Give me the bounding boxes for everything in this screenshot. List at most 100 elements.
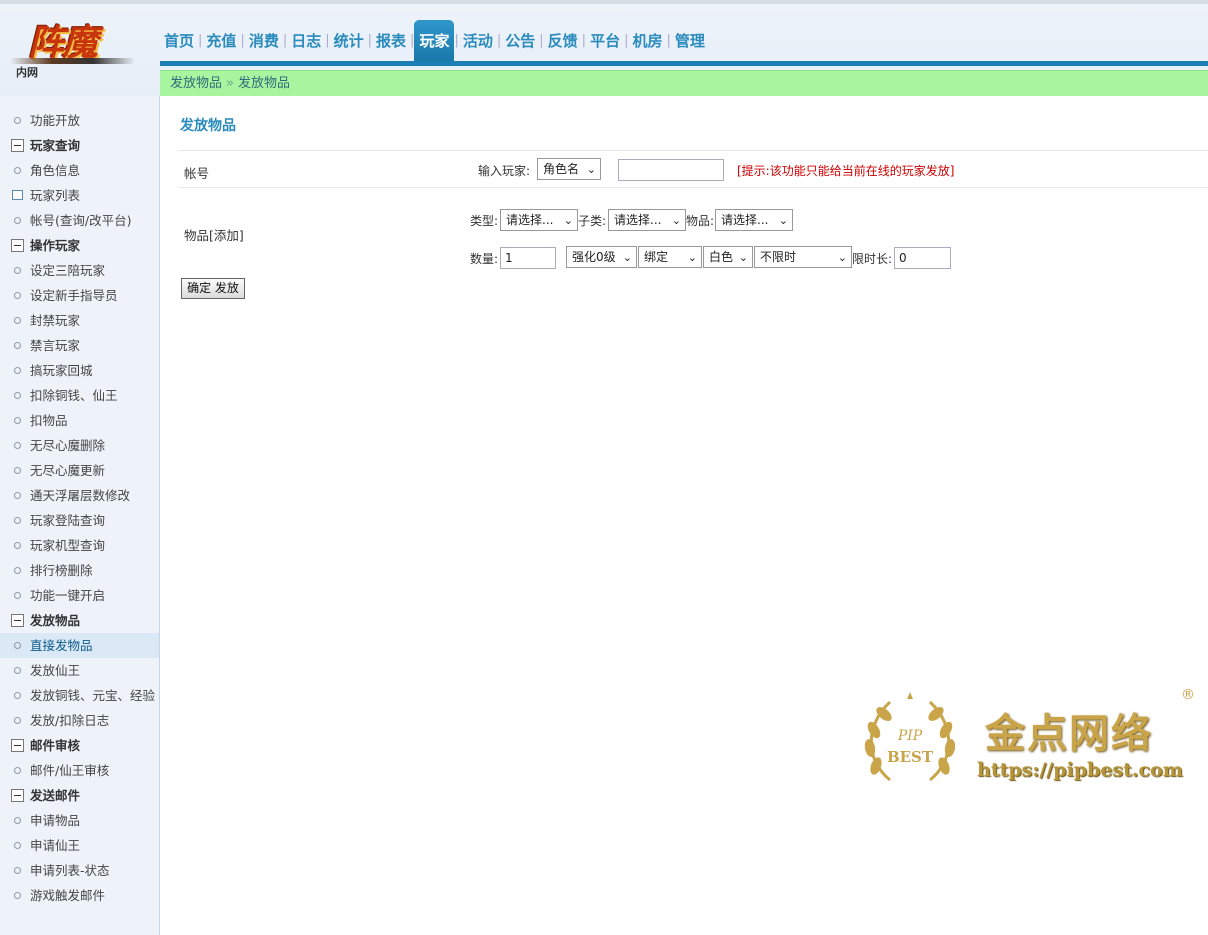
sidebar-item[interactable]: 发放仙王 <box>0 658 159 683</box>
sidebar-item[interactable]: 发放铜钱、元宝、经验 <box>0 683 159 708</box>
collapse-icon[interactable] <box>11 614 24 627</box>
bullet-icon <box>14 417 21 424</box>
sidebar-item[interactable]: 玩家列表 <box>0 183 159 208</box>
sidebar-item[interactable]: 扣除铜钱、仙王 <box>0 383 159 408</box>
player-name-input[interactable] <box>618 159 724 181</box>
sidebar-item[interactable]: 无尽心魔删除 <box>0 433 159 458</box>
sidebar-item[interactable]: 申请物品 <box>0 808 159 833</box>
sidebar-item[interactable]: 申请列表-状态 <box>0 858 159 883</box>
sidebar-group[interactable]: 玩家查询 <box>0 133 159 158</box>
nav-item-11[interactable]: 机房 <box>628 20 666 62</box>
chevron-down-icon: ⌄ <box>563 214 573 227</box>
bullet-icon <box>14 217 21 224</box>
subtype-select[interactable]: 请选择... ⌄ <box>608 209 686 231</box>
collapse-icon[interactable] <box>11 239 24 252</box>
online-hint: [提示:该功能只能给当前在线的玩家发放] <box>737 164 955 178</box>
nav-item-9[interactable]: 反馈 <box>544 20 582 62</box>
enhance-level-select[interactable]: 强化0级 ⌄ <box>566 246 637 268</box>
nav-item-4[interactable]: 统计 <box>330 20 368 62</box>
row-divider <box>178 187 1208 188</box>
quantity-input[interactable]: 1 <box>500 247 556 269</box>
breadcrumb-item-section[interactable]: 发放物品 <box>170 76 222 91</box>
bullet-icon <box>14 867 21 874</box>
sidebar-item[interactable]: 无尽心魔更新 <box>0 458 159 483</box>
sidebar-item-label: 操作玩家 <box>30 238 81 253</box>
sidebar-item-label: 功能开放 <box>30 113 81 128</box>
nav-item-0[interactable]: 首页 <box>160 20 198 62</box>
sidebar-item[interactable]: 发放/扣除日志 <box>0 708 159 733</box>
sidebar-item[interactable]: 角色信息 <box>0 158 159 183</box>
game-logo[interactable]: 阵魔 内网 <box>10 14 140 79</box>
sidebar-item-label: 通天浮屠层数修改 <box>30 488 131 503</box>
sidebar-item[interactable]: 设定三陪玩家 <box>0 258 159 283</box>
nav-item-8[interactable]: 公告 <box>501 20 539 62</box>
nav-item-7[interactable]: 活动 <box>459 20 497 62</box>
player-type-select[interactable]: 角色名 ⌄ <box>537 158 601 180</box>
sidebar-item[interactable]: 功能开放 <box>0 108 159 133</box>
sidebar-item[interactable]: 设定新手指导员 <box>0 283 159 308</box>
sidebar-item[interactable]: 玩家机型查询 <box>0 533 159 558</box>
breadcrumb-separator: » <box>226 76 234 91</box>
bind-select[interactable]: 绑定 ⌄ <box>638 246 702 268</box>
sidebar-group[interactable]: 邮件审核 <box>0 733 159 758</box>
sidebar-item-label: 游戏触发邮件 <box>30 888 106 903</box>
item-select-value: 请选择... <box>721 213 769 227</box>
sidebar-item-label: 玩家列表 <box>30 188 81 203</box>
item-select[interactable]: 请选择... ⌄ <box>715 209 793 231</box>
color-select[interactable]: 白色 ⌄ <box>703 246 753 268</box>
collapse-icon[interactable] <box>11 139 24 152</box>
sidebar-item[interactable]: 排行榜删除 <box>0 558 159 583</box>
sidebar-item[interactable]: 搞玩家回城 <box>0 358 159 383</box>
sidebar-item[interactable]: 扣物品 <box>0 408 159 433</box>
sidebar-item[interactable]: 游戏触发邮件 <box>0 883 159 908</box>
nav-item-6[interactable]: 玩家 <box>414 20 455 62</box>
sidebar-item-label: 设定三陪玩家 <box>30 263 106 278</box>
collapse-icon[interactable] <box>11 789 24 802</box>
sidebar-item[interactable]: 封禁玩家 <box>0 308 159 333</box>
chevron-down-icon: ⌄ <box>671 214 681 227</box>
nav-item-2[interactable]: 消费 <box>245 20 283 62</box>
nav-item-5[interactable]: 报表 <box>372 20 410 62</box>
bullet-icon <box>14 292 21 299</box>
duration-input[interactable]: 0 <box>894 247 951 269</box>
nav-item-10[interactable]: 平台 <box>586 20 624 62</box>
type-select[interactable]: 请选择... ⌄ <box>500 209 578 231</box>
sidebar-item[interactable]: 功能一键开启 <box>0 583 159 608</box>
watermark: PIP BEST 金点网络 https://pipbest.com ® <box>855 685 1205 805</box>
chevron-down-icon: ⌄ <box>837 251 847 264</box>
watermark-name: 金点网络 <box>985 710 1153 757</box>
item-label[interactable]: 物品[添加] <box>184 225 244 244</box>
sidebar-item-label: 发放仙王 <box>30 663 81 678</box>
chevron-down-icon: ⌄ <box>586 163 596 176</box>
type-select-value: 请选择... <box>506 213 554 227</box>
time-limit-select[interactable]: 不限时 ⌄ <box>754 246 852 268</box>
sidebar-item[interactable]: 直接发物品 <box>0 633 159 658</box>
collapse-icon[interactable] <box>11 739 24 752</box>
sidebar-item-label: 搞玩家回城 <box>30 363 93 378</box>
nav-item-3[interactable]: 日志 <box>287 20 325 62</box>
bullet-icon <box>14 267 21 274</box>
chevron-down-icon: ⌄ <box>622 251 632 264</box>
sidebar-item[interactable]: 邮件/仙王审核 <box>0 758 159 783</box>
laurel-badge-icon: PIP BEST <box>864 692 956 782</box>
sidebar-item[interactable]: 申请仙王 <box>0 833 159 858</box>
header: 阵魔 内网 首页 | 充值 | 消费 | 日志 | 统计 | 报表 | 玩家 | 活动 | 公告 | 反馈 | 平台 | 机… <box>0 0 1208 96</box>
enhance-level-value: 强化0级 <box>572 250 616 264</box>
sidebar-item[interactable]: 帐号(查询/改平台) <box>0 208 159 233</box>
sidebar-group[interactable]: 操作玩家 <box>0 233 159 258</box>
bullet-icon <box>14 717 21 724</box>
sidebar-item[interactable]: 通天浮屠层数修改 <box>0 483 159 508</box>
sidebar-item-label: 申请列表-状态 <box>30 863 110 878</box>
nav-item-1[interactable]: 充值 <box>202 20 240 62</box>
bullet-icon <box>14 817 21 824</box>
sidebar-group[interactable]: 发放物品 <box>0 608 159 633</box>
sidebar-item-label: 角色信息 <box>30 163 81 178</box>
sidebar-item-label: 玩家机型查询 <box>30 538 106 553</box>
confirm-send-button[interactable]: 确定 发放 <box>181 278 245 299</box>
bullet-icon <box>14 517 21 524</box>
nav-item-12[interactable]: 管理 <box>671 20 709 62</box>
subtype-label: 子类: <box>578 214 607 228</box>
sidebar-item[interactable]: 玩家登陆查询 <box>0 508 159 533</box>
sidebar-group[interactable]: 发送邮件 <box>0 783 159 808</box>
sidebar-item[interactable]: 禁言玩家 <box>0 333 159 358</box>
